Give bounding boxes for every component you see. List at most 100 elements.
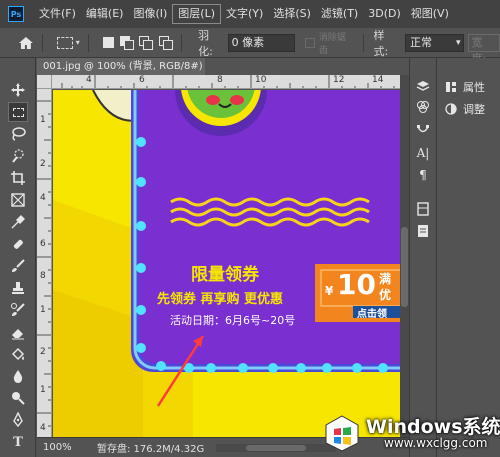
subtract-from-selection-icon[interactable] [139,35,154,50]
healing-brush-tool-icon[interactable] [10,236,26,252]
frame-tool-icon[interactable] [10,192,26,208]
clone-stamp-tool-icon[interactable] [10,280,26,296]
ruler-label: 14 [372,75,384,85]
ruler-label: 10 [255,75,267,85]
coupon-claim-button: 点击领 [357,309,387,320]
feather-input[interactable]: 0 像素 [227,33,295,52]
ruler-label: 4 [40,423,46,433]
ruler-origin[interactable] [37,75,52,89]
intersect-selection-icon[interactable] [159,35,174,50]
menu-file[interactable]: 文件(F) [34,0,81,28]
pen-tool-icon[interactable] [10,412,26,428]
feather-label: 羽化: [198,28,213,58]
ruler-label: 2 [40,159,46,169]
properties-icon [446,82,456,92]
style-value: 正常 [410,35,433,49]
options-divider [181,33,183,52]
brush-tool-icon[interactable] [10,258,26,274]
ruler-label: 1 [40,385,46,395]
options-divider [41,33,43,52]
dodge-tool-icon[interactable] [10,390,26,406]
lasso-tool-icon[interactable] [10,126,26,142]
menu-edit[interactable]: 编辑(E) [81,0,129,28]
paragraph-icon[interactable]: ¶ [416,168,430,182]
style-label: 样式: [373,28,389,58]
antialias-checkbox[interactable] [304,37,315,48]
panel-dock-icons: A| ¶ [409,58,436,457]
properties-panel-tab[interactable]: 属性 [445,79,485,95]
promo-date: 活动日期：6月6号~20号 [170,314,296,327]
libraries-icon[interactable] [416,202,430,216]
coupon-symbol: ¥ [325,284,334,298]
scratch-disk-info[interactable]: 暂存盘: 176.2M/4.32G [97,440,204,455]
ruler-label: 2 [40,347,46,357]
ruler-ticks [61,75,395,88]
notes-icon[interactable] [416,224,430,238]
home-icon[interactable] [18,35,34,51]
ruler-label: 12 [333,75,345,85]
coupon-side-text-1: 满 [379,272,392,286]
ruler-label: 4 [40,193,46,203]
blur-tool-icon[interactable] [10,368,26,384]
channels-icon[interactable] [416,100,430,114]
coupon-amount: 10 [337,268,376,301]
windows-logo-icon [325,415,359,452]
document-tab[interactable]: 001.jpg @ 100% (背景, RGB/8#) *× [37,58,205,75]
properties-label: 属性 [463,81,485,94]
move-tool-icon[interactable] [10,82,26,98]
menu-layer[interactable]: 图层(L) [172,4,222,24]
ruler-label: 6 [40,239,46,249]
rectangular-marquee-tool-icon[interactable] [8,102,28,122]
ruler-label: 4 [86,75,92,85]
menu-type[interactable]: 文字(Y) [221,0,268,28]
adjustments-icon [445,103,457,115]
document-canvas[interactable]: 限量领券 先领券 再享购 更优惠 活动日期：6月6号~20号 ¥ 10 满 优 … [53,90,400,437]
eyedropper-tool-icon[interactable] [10,214,26,230]
watermark-url: www.wxclgg.com [384,436,488,450]
zoom-level[interactable]: 100% [37,442,72,453]
panel-dock-labels: 属性 调整 [436,58,500,457]
menu-select[interactable]: 选择(S) [268,0,316,28]
chevron-down-icon[interactable]: ▾ [76,38,80,47]
antialias-label: 消除锯齿 [318,32,346,56]
ruler-label: 8 [217,75,223,85]
width-label: 宽度: [468,33,500,65]
vertical-scrollbar[interactable] [400,75,409,437]
watermark: Windows系统城 www.wxclgg.com [318,408,500,457]
document-title: 001.jpg @ 100% (背景, RGB/8#) * [43,61,205,72]
chevron-down-icon: ▾ [455,37,461,48]
watermark-title: Windows系统城 [366,416,500,438]
menu-view[interactable]: 视图(V) [406,0,454,28]
ruler-label: 1 [40,305,46,315]
options-divider [87,33,89,52]
style-select[interactable]: 正常 ▾ [405,33,465,52]
type-tool-icon[interactable]: T [10,434,26,450]
promo-subline: 先领券 再享购 更优惠 [157,292,284,307]
vertical-scroll-thumb[interactable] [401,227,408,307]
menu-3d[interactable]: 3D(D) [363,0,406,28]
paint-bucket-tool-icon[interactable] [10,346,26,362]
crop-tool-icon[interactable] [10,170,26,186]
adjustments-label: 调整 [463,103,485,116]
ruler-label: 8 [40,271,46,281]
layers-icon[interactable] [416,80,430,94]
adjustments-panel-tab[interactable]: 调整 [445,101,485,117]
menu-bar: Ps 文件(F) 编辑(E) 图像(I) 图层(L) 文字(Y) 选择(S) 滤… [0,0,500,28]
new-selection-icon[interactable] [102,37,114,48]
vertical-ruler[interactable]: 1 2 4 6 8 1 2 1 4 [37,89,52,437]
quick-selection-tool-icon[interactable] [10,148,26,164]
menu-image[interactable]: 图像(I) [128,0,172,28]
horizontal-ruler[interactable]: 4 6 8 10 12 14 [52,75,400,89]
menu-filter[interactable]: 滤镜(T) [316,0,363,28]
horizontal-scroll-thumb[interactable] [246,444,307,451]
options-bar: ▾ 羽化: 0 像素 消除锯齿 样式: 正常 ▾ 宽度: [0,28,500,65]
add-to-selection-icon[interactable] [119,35,134,50]
eraser-tool-icon[interactable] [10,324,26,340]
coupon-side-text-2: 优 [379,288,392,302]
rectangular-marquee-preset-icon[interactable] [56,36,73,49]
tools-panel: T [0,58,36,457]
character-icon[interactable]: A| [416,146,430,160]
history-brush-tool-icon[interactable] [10,302,26,318]
photoshop-logo-icon: Ps [8,6,24,22]
paths-icon[interactable] [416,124,430,138]
